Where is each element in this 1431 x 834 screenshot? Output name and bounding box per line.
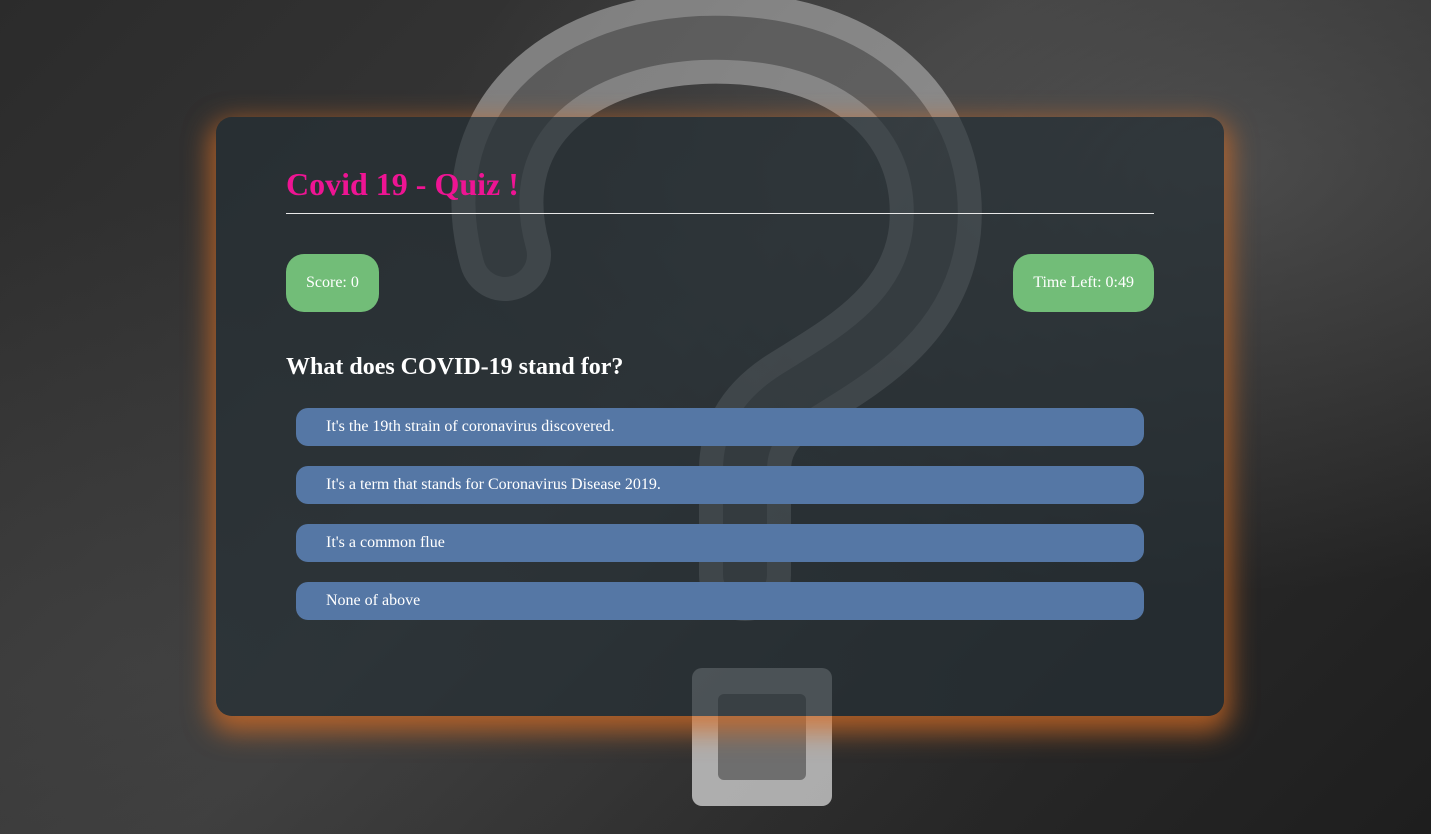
quiz-card: Covid 19 - Quiz ! Score: 0 Time Left: 0:… bbox=[216, 117, 1224, 716]
answer-option-4[interactable]: None of above bbox=[296, 582, 1144, 620]
answer-option-3[interactable]: It's a common flue bbox=[296, 524, 1144, 562]
stats-row: Score: 0 Time Left: 0:49 bbox=[286, 254, 1154, 312]
question-text: What does COVID-19 stand for? bbox=[286, 354, 624, 380]
answer-list: It's the 19th strain of coronavirus disc… bbox=[286, 408, 1154, 620]
answer-option-2[interactable]: It's a term that stands for Coronavirus … bbox=[296, 466, 1144, 504]
timer-badge: Time Left: 0:49 bbox=[1013, 254, 1154, 312]
answer-option-1[interactable]: It's the 19th strain of coronavirus disc… bbox=[296, 408, 1144, 446]
quiz-title: Covid 19 - Quiz ! bbox=[286, 165, 1154, 214]
score-badge: Score: 0 bbox=[286, 254, 379, 312]
